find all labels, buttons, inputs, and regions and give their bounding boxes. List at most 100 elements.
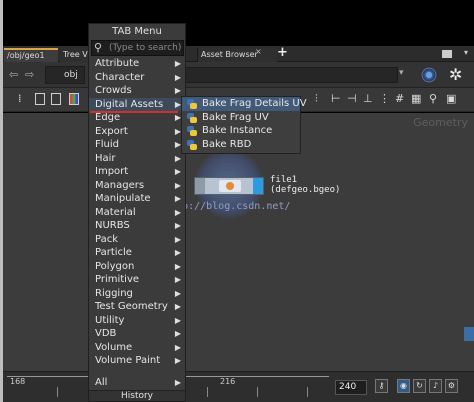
- submenu-arrow-icon: ▶: [174, 194, 181, 203]
- tab-menu-item[interactable]: Particle ▶: [89, 246, 185, 260]
- tab-menu-item-label: Hair: [95, 152, 116, 164]
- submenu-item[interactable]: Bake Frag UV: [182, 111, 300, 125]
- tab-menu-item[interactable]: Utility ▶: [89, 314, 185, 328]
- align-icon[interactable]: ⫶: [315, 92, 318, 106]
- list-view-icon[interactable]: [35, 93, 45, 105]
- tick: [57, 387, 58, 397]
- tab-menu-item[interactable]: Fluid ▶: [89, 138, 185, 152]
- submenu-arrow-icon: ▶: [174, 377, 181, 387]
- tab-menu-item[interactable]: NURBS ▶: [89, 219, 185, 233]
- submenu-arrow-icon: ▶: [174, 288, 181, 298]
- tab-menu-item[interactable]: Manipulate ▶: [89, 192, 185, 206]
- tab-menu-item[interactable]: Import ▶: [89, 165, 185, 179]
- tick: [207, 387, 208, 397]
- path-dropdown-icon[interactable]: ▾: [399, 68, 404, 78]
- submenu-arrow-icon: ▶: [174, 315, 181, 325]
- tab-menu-item-label: Rigging: [95, 287, 133, 299]
- submenu-arrow-icon: ▶: [174, 72, 181, 82]
- submenu-item[interactable]: Bake Frag Details UV: [182, 97, 307, 111]
- back-arrow-icon[interactable]: ⇦: [9, 68, 18, 81]
- node-bypass-flag[interactable]: [195, 178, 205, 194]
- tab-menu-item-label: Primitive: [95, 274, 140, 285]
- search-placeholder: (Type to search): [109, 43, 182, 53]
- submenu-item[interactable]: Bake RBD: [182, 138, 300, 152]
- tab-menu-item-label: Import: [95, 166, 129, 177]
- tab-menu-separator: [89, 368, 185, 376]
- python-icon: [187, 99, 197, 109]
- tab-menu-item-all[interactable]: All ▶: [89, 376, 185, 390]
- submenu-arrow-icon: ▶: [174, 329, 181, 338]
- tab-menu-item[interactable]: Character ▶: [89, 71, 185, 85]
- path-context-field[interactable]: obj: [45, 66, 85, 84]
- preview-icon[interactable]: ▣: [446, 92, 456, 105]
- node-body[interactable]: [219, 180, 241, 192]
- list-icon[interactable]: ⁞: [18, 92, 22, 105]
- tab-menu-search-input[interactable]: ⚲ (Type to search): [91, 40, 184, 56]
- file-node[interactable]: [194, 177, 264, 195]
- tab-menu-item[interactable]: VDB ▶: [89, 327, 185, 341]
- close-tab-icon[interactable]: ×: [255, 47, 262, 56]
- tab-menu-item[interactable]: Volume ▶: [89, 341, 185, 355]
- realtime-icon[interactable]: ◉: [397, 379, 410, 393]
- link-indicator-icon[interactable]: [421, 67, 437, 83]
- tab-menu-item[interactable]: Test Geometry ▶: [89, 300, 185, 314]
- search-icon[interactable]: ⚲: [429, 92, 437, 105]
- layout-icon-2[interactable]: ⊣: [347, 92, 357, 105]
- tab-menu-title: TAB Menu: [89, 24, 185, 40]
- tab-menu-item-label: Volume Paint: [95, 355, 161, 366]
- tab-asset-browser[interactable]: Asset Browser: [197, 48, 277, 62]
- tab-menu-item[interactable]: Primitive ▶: [89, 273, 185, 287]
- tab-menu-item[interactable]: Volume Paint ▶: [89, 354, 185, 368]
- tab-menu-item[interactable]: Managers ▶: [89, 179, 185, 193]
- grid-icon-2[interactable]: ▦: [411, 92, 421, 105]
- network-context-label: Geometry: [413, 116, 468, 129]
- tab-menu-item[interactable]: Digital Assets ▶: [89, 97, 185, 111]
- path-field[interactable]: [183, 67, 398, 83]
- add-tab-icon[interactable]: +: [277, 45, 288, 60]
- tile-view-icon[interactable]: [51, 93, 61, 105]
- grid-icon[interactable]: #: [395, 92, 404, 105]
- chevron-down-icon[interactable]: ▾: [464, 48, 468, 57]
- node-sublabel: (defgeo.bgeo): [270, 185, 341, 195]
- tab-menu-item[interactable]: Attribute ▶: [89, 57, 185, 71]
- color-palette-icon[interactable]: [69, 93, 79, 105]
- pane-menu-icon[interactable]: [442, 50, 452, 58]
- tab-menu-item[interactable]: Polygon ▶: [89, 260, 185, 274]
- tab-geo[interactable]: /obj/geo1: [4, 48, 58, 62]
- end-frame-field[interactable]: 240: [335, 380, 367, 395]
- settings-icon[interactable]: ⚙: [445, 379, 458, 393]
- node-display-flag[interactable]: [253, 178, 263, 194]
- tab-menu-item-label: Edge: [95, 112, 121, 123]
- tab-menu-item[interactable]: Hair ▶: [89, 152, 185, 166]
- tab-menu-history[interactable]: History: [89, 390, 185, 401]
- python-icon: [187, 126, 197, 136]
- forward-arrow-icon[interactable]: ⇨: [25, 68, 34, 81]
- tab-menu-item[interactable]: Edge ▶: [89, 111, 185, 125]
- tab-menu-item[interactable]: Export ▶: [89, 125, 185, 139]
- tab-menu-item[interactable]: Material ▶: [89, 206, 185, 220]
- submenu-arrow-icon: ▶: [174, 275, 181, 284]
- side-tab-icon[interactable]: [464, 327, 474, 341]
- node-name: file1: [270, 175, 298, 185]
- submenu-arrow-icon: ▶: [174, 167, 181, 176]
- layout-icon[interactable]: ⊢: [331, 92, 341, 105]
- submenu-item-label: Bake Frag Details UV: [202, 98, 307, 109]
- loop-icon[interactable]: ↻: [413, 379, 426, 393]
- distribute-icon[interactable]: ⊥: [363, 92, 373, 105]
- tab-menu-item[interactable]: Pack ▶: [89, 233, 185, 247]
- tab-menu-item[interactable]: Crowds ▶: [89, 84, 185, 98]
- path-bar: ⇦ ⇨ obj ▾ ✲: [3, 62, 474, 88]
- gear-icon[interactable]: ✲: [449, 65, 462, 84]
- annotation-underline: [90, 111, 178, 113]
- tick: [307, 387, 308, 397]
- tab-menu-item[interactable]: Rigging ▶: [89, 287, 185, 301]
- submenu-arrow-icon: ▶: [174, 342, 181, 352]
- snap-icon[interactable]: ⋮: [379, 92, 390, 105]
- tab-menu-item-label: Attribute: [95, 58, 140, 69]
- audio-icon[interactable]: ♪: [429, 379, 442, 393]
- submenu-arrow-icon: ▶: [174, 302, 181, 311]
- submenu-item[interactable]: Bake Instance: [182, 124, 300, 138]
- key-icon[interactable]: ⚷: [375, 379, 388, 393]
- tick-label: 216: [220, 377, 236, 386]
- tab-menu-item-label: Utility: [95, 314, 125, 326]
